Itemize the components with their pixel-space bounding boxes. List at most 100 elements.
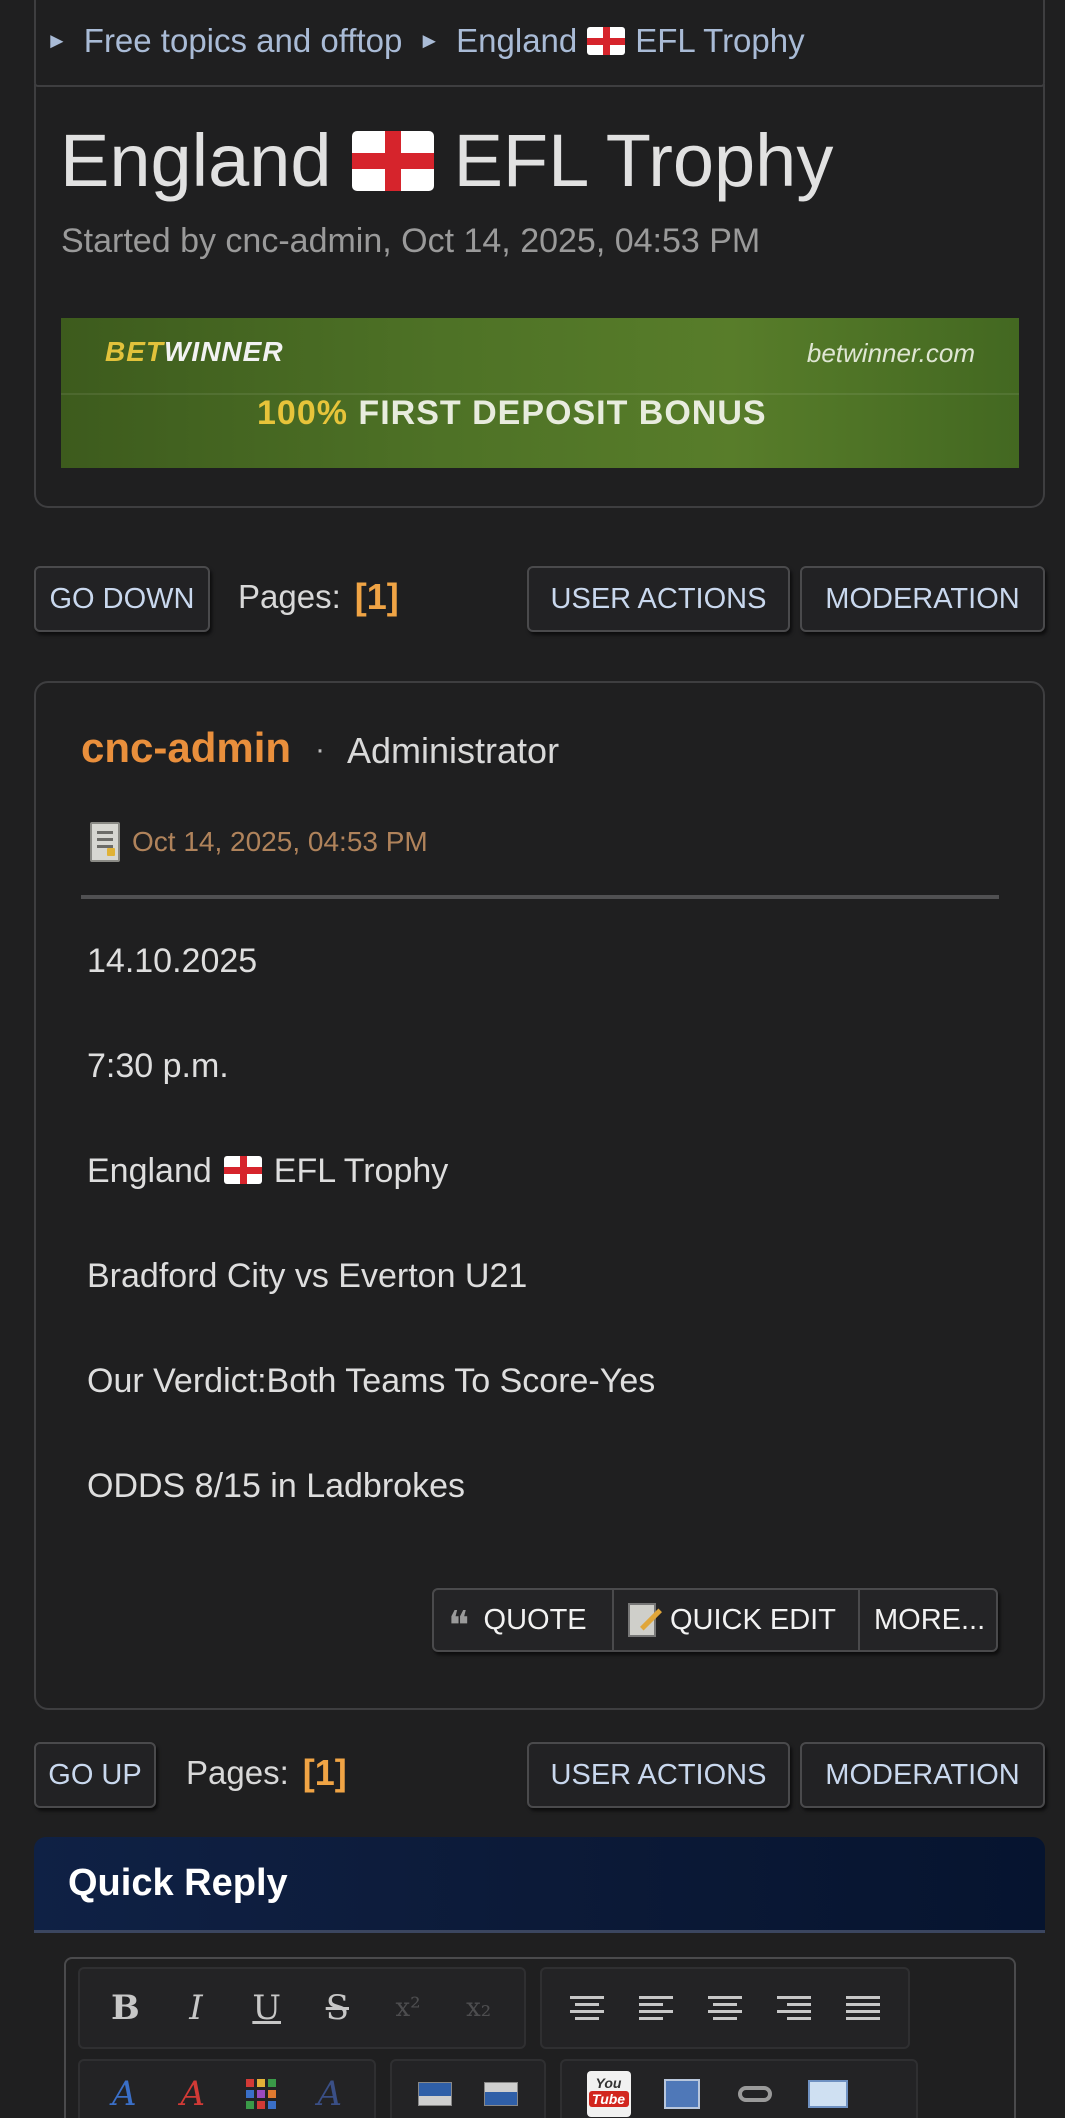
table-toolbar-group [390,2059,546,2118]
edit-icon [628,1603,656,1637]
superscript-button[interactable]: x² [373,1973,444,2043]
more-button[interactable]: MORE... [860,1590,996,1650]
banner-site: betwinner.com [806,338,975,368]
post-line: 14.10.2025 [87,942,258,980]
user-actions-button[interactable]: USER ACTIONS [527,1742,790,1808]
post-line: England EFL Trophy [87,1152,655,1257]
banner-brand-left: BET [105,336,164,367]
post-date-text: Oct 14, 2025, 04:53 PM [132,826,428,857]
pagination-bottom: Pages: [1] [186,1752,347,1794]
post-divider [81,895,999,899]
banner-bonus: 100% FIRST DEPOSIT BONUS [257,394,767,433]
pages-label: Pages: [238,578,341,615]
breadcrumb: ► Free topics and offtop ► England EFL T… [46,22,805,60]
banner-brand-right: WINNER [164,336,284,367]
post-line: Our Verdict:Both Teams To Score-Yes [87,1362,656,1400]
align-center-icon[interactable] [690,1973,759,2043]
post-line: ODDS 8/15 in Ladbrokes [87,1467,465,1505]
image-shape [663,2079,700,2109]
post-author[interactable]: cnc-admin [81,724,291,772]
left-float-shape [418,2082,452,2106]
breadcrumb-topic-label: England [456,22,578,59]
pre-format-lines [569,1996,604,2020]
go-down-button[interactable]: GO DOWN [34,566,210,632]
pagination-top: Pages: [1] [238,576,399,618]
quote-icon: ❝ [448,1603,470,1649]
user-actions-button[interactable]: USER ACTIONS [527,566,790,632]
format-toolbar-group: B I U S x² x₂ [78,1967,526,2049]
font-color-icon[interactable]: A [159,2064,228,2118]
go-up-button[interactable]: GO UP [34,1742,156,1808]
title-prefix: England [60,119,332,202]
post-body: 14.10.2025 7:30 p.m. England EFL Trophy … [87,942,655,1572]
align-left-lines [638,1996,673,2020]
current-page[interactable]: [1] [355,576,399,618]
post-date[interactable]: Oct 14, 2025, 04:53 PM [90,822,428,862]
justify-icon[interactable] [829,1973,898,2043]
insert-link-icon[interactable] [718,2064,791,2118]
quote-button[interactable]: ❝ QUOTE [434,1590,614,1650]
insert-image-icon[interactable] [645,2064,718,2118]
align-center-lines [708,1996,742,2020]
author-separator: · [315,733,325,766]
underline-button[interactable]: U [231,1973,302,2043]
breadcrumb-link-offtop[interactable]: Free topics and offtop [84,22,403,60]
youtube-text-bottom: Tube [588,2091,629,2107]
insert-email-icon[interactable] [791,2064,864,2118]
post-actions: ❝ QUOTE QUICK EDIT MORE... [432,1588,998,1652]
quick-reply-title: Quick Reply [68,1862,288,1904]
left-float-icon[interactable] [402,2064,468,2118]
youtube-text-top: You [595,2075,622,2091]
email-shape [807,2080,848,2108]
author-role: Administrator [347,730,560,771]
font-size-icon[interactable]: A [296,2064,365,2118]
align-toolbar-group [540,1967,910,2049]
document-icon [90,822,120,862]
strikethrough-button[interactable]: S [302,1973,373,2043]
moderation-button[interactable]: MODERATION [800,566,1045,632]
bold-button[interactable]: B [90,1973,161,2043]
advertisement-banner[interactable]: BETWINNER betwinner.com 100% FIRST DEPOS… [61,318,1019,468]
pre-format-icon[interactable] [552,1973,621,2043]
right-float-icon[interactable] [468,2064,534,2118]
pages-label: Pages: [186,1754,289,1791]
align-left-icon[interactable] [621,1973,690,2043]
breadcrumb-arrow-icon: ► [418,28,441,53]
breadcrumb-link-topic[interactable]: England EFL Trophy [456,22,804,60]
post-line: Bradford City vs Everton U21 [87,1257,528,1295]
youtube-logo: You Tube [586,2071,631,2117]
page-title: England EFL Trophy [60,118,833,203]
post-line: 7:30 p.m. [87,1047,229,1085]
font-toolbar-group: A A A [78,2059,376,2118]
topic-started-by: Started by cnc-admin, Oct 14, 2025, 04:5… [61,222,761,260]
color-grid-icon[interactable] [227,2064,296,2118]
england-flag-icon [587,27,626,55]
justify-lines [846,1996,881,2020]
banner-brand-logo: BETWINNER [105,336,284,368]
banner-bonus-highlight: 100% [257,394,348,432]
link-shape [737,2086,772,2102]
banner-bonus-text: FIRST DEPOSIT BONUS [358,394,767,432]
breadcrumb-arrow-icon: ► [46,28,68,53]
align-right-lines [777,1996,812,2020]
insert-toolbar-group: You Tube [560,2059,918,2118]
quick-edit-button[interactable]: QUICK EDIT [614,1590,860,1650]
title-suffix: EFL Trophy [453,119,834,202]
current-page[interactable]: [1] [303,1752,347,1794]
quick-edit-label: QUICK EDIT [670,1603,836,1636]
post-line-prefix: England [87,1152,212,1190]
post-line-suffix: EFL Trophy [273,1152,449,1190]
align-right-icon[interactable] [760,1973,829,2043]
moderation-button[interactable]: MODERATION [800,1742,1045,1808]
subscript-button[interactable]: x₂ [443,1973,514,2043]
italic-button[interactable]: I [161,1973,232,2043]
quote-label: QUOTE [483,1603,587,1636]
reply-editor: B I U S x² x₂ A A A You Tube [64,1957,1016,2118]
youtube-icon[interactable]: You Tube [572,2064,645,2118]
font-face-icon[interactable]: A [90,2064,159,2118]
england-flag-icon [351,130,434,191]
color-grid [246,2079,277,2109]
england-flag-icon [223,1156,262,1184]
right-float-shape [484,2082,518,2106]
breadcrumb-topic-suffix: EFL Trophy [635,22,805,59]
